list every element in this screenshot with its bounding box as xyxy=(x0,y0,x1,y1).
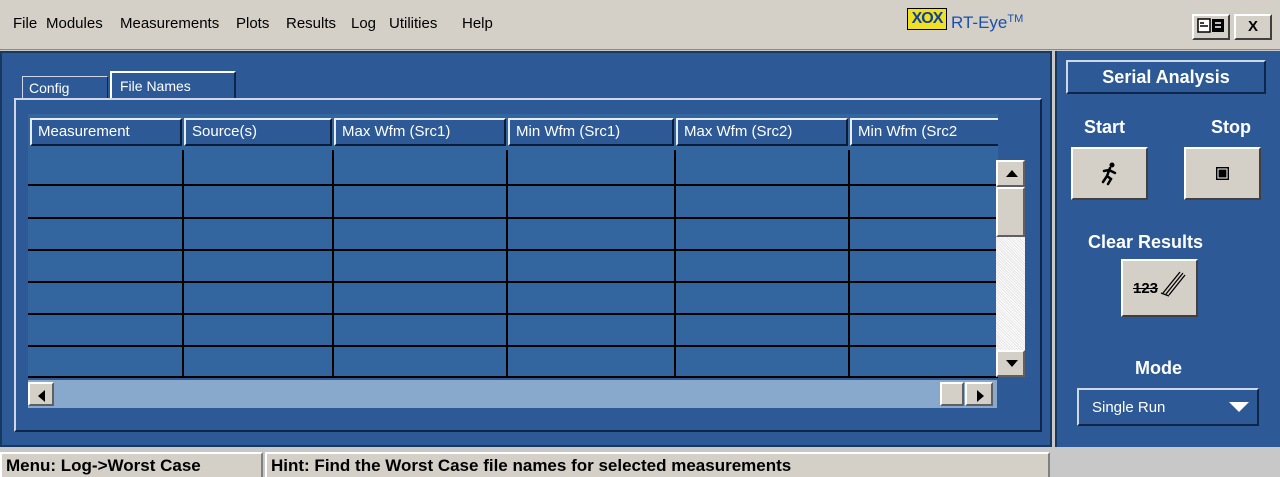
menu-plots[interactable]: Plots xyxy=(236,15,269,32)
stop-button[interactable] xyxy=(1184,147,1261,200)
column-header-min-wfm-src2[interactable]: Min Wfm (Src2 xyxy=(850,118,998,146)
close-icon: X xyxy=(1247,18,1258,35)
column-header-measurement[interactable]: Measurement xyxy=(30,118,182,146)
menu-utilities[interactable]: Utilities xyxy=(389,15,437,32)
tab-config[interactable]: Config xyxy=(22,76,108,98)
scroll-up-button[interactable] xyxy=(996,160,1025,187)
chevron-down-icon[interactable] xyxy=(1229,402,1249,412)
mode-label: Mode xyxy=(1135,358,1182,378)
app-title: RT-EyeTM xyxy=(951,13,1023,33)
clear-results-label: Clear Results xyxy=(1088,232,1204,252)
menu-log[interactable]: Log xyxy=(351,15,376,32)
scroll-down-button[interactable] xyxy=(996,350,1025,377)
close-button[interactable]: X xyxy=(1234,14,1272,40)
table-row[interactable] xyxy=(28,184,998,186)
start-button[interactable] xyxy=(1071,147,1148,200)
status-hint: Hint: Find the Worst Case file names for… xyxy=(265,452,1050,477)
arrow-right-icon xyxy=(977,390,984,402)
app-logo: XOX xyxy=(907,8,947,30)
logo-text: XOX xyxy=(911,10,944,27)
eraser-icon xyxy=(1160,271,1186,297)
arrow-up-icon xyxy=(1006,170,1018,177)
table-row[interactable] xyxy=(28,313,998,315)
table-row[interactable] xyxy=(28,217,998,219)
minimize-icon xyxy=(1197,18,1224,33)
horizontal-scrollbar[interactable] xyxy=(28,380,997,408)
column-header-sources[interactable]: Source(s) xyxy=(184,118,332,146)
clear-results-icon: 123 xyxy=(1123,261,1196,315)
scroll-right-button[interactable] xyxy=(965,382,993,406)
app-title-text: RT-Eye xyxy=(951,13,1008,32)
menu-modules[interactable]: Modules xyxy=(46,15,103,32)
column-header-max-wfm-src1[interactable]: Max Wfm (Src1) xyxy=(334,118,506,146)
start-label: Start xyxy=(1084,117,1126,137)
column-header-min-wfm-src1[interactable]: Min Wfm (Src1) xyxy=(508,118,674,146)
status-menu: Menu: Log->Worst Case xyxy=(0,452,263,477)
menu-help[interactable]: Help xyxy=(462,15,493,32)
mode-value: Single Run xyxy=(1092,399,1166,416)
menu-results[interactable]: Results xyxy=(286,15,336,32)
running-man-icon xyxy=(1101,162,1117,186)
horizontal-scroll-thumb[interactable] xyxy=(940,382,964,406)
file-names-table[interactable]: Measurement Source(s) Max Wfm (Src1) Min… xyxy=(28,114,998,378)
tab-file-names[interactable]: File Names xyxy=(110,71,236,100)
menu-measurements[interactable]: Measurements xyxy=(120,15,219,32)
arrow-down-icon xyxy=(1006,360,1018,367)
menu-file[interactable]: File xyxy=(13,15,37,32)
vertical-scrollbar[interactable] xyxy=(996,160,1025,377)
arrow-left-icon xyxy=(38,390,45,402)
stop-icon xyxy=(1216,167,1229,180)
trademark: TM xyxy=(1007,13,1024,25)
column-header-max-wfm-src2[interactable]: Max Wfm (Src2) xyxy=(676,118,848,146)
table-row[interactable] xyxy=(28,249,998,251)
stop-label: Stop xyxy=(1211,117,1251,137)
table-row[interactable] xyxy=(28,345,998,347)
clear-results-button[interactable]: 123 xyxy=(1121,259,1198,317)
minimize-button[interactable] xyxy=(1192,14,1230,40)
table-row[interactable] xyxy=(28,281,998,283)
scroll-left-button[interactable] xyxy=(28,382,54,406)
menu-bar: File Modules Measurements Plots Results … xyxy=(0,0,1280,50)
table-row[interactable] xyxy=(28,376,998,378)
vertical-scroll-thumb[interactable] xyxy=(996,187,1025,237)
side-panel-title: Serial Analysis xyxy=(1066,60,1266,94)
